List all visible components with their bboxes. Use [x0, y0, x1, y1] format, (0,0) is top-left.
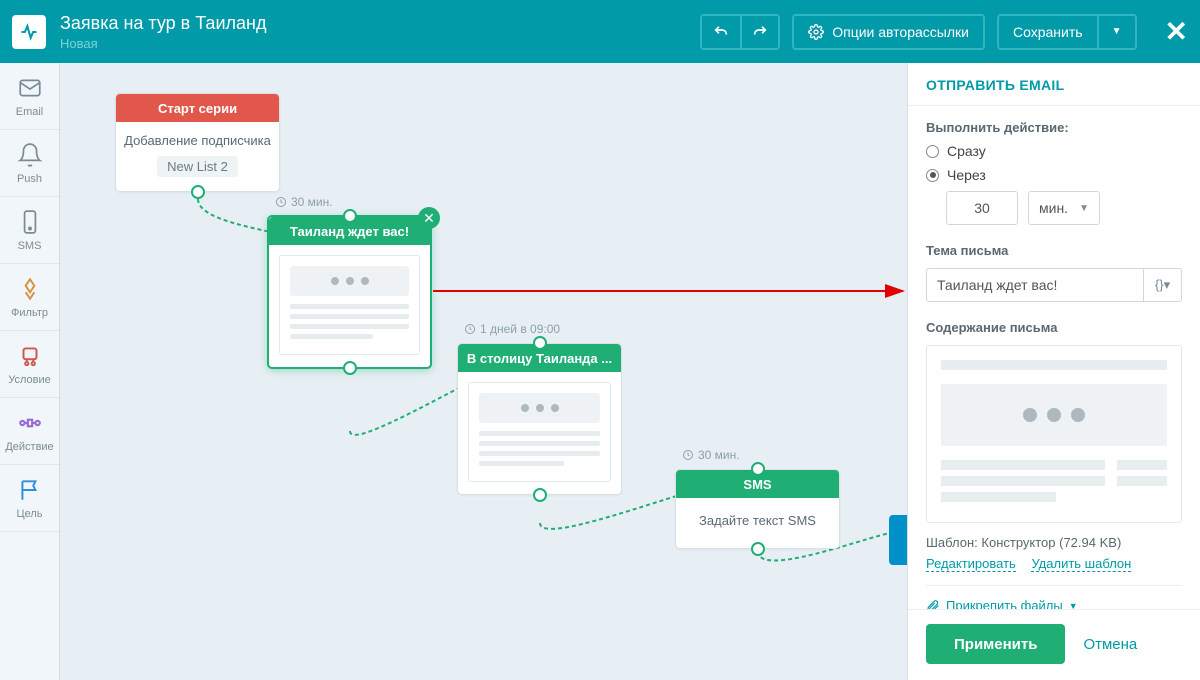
delay-value-input[interactable]	[946, 191, 1018, 225]
options-label: Опции авторассылки	[832, 24, 969, 40]
undo-button[interactable]	[700, 14, 740, 50]
undo-icon	[713, 24, 729, 40]
chevron-down-icon: ▼	[1079, 203, 1089, 214]
delay-tag: 1 дней в 09:00	[464, 322, 560, 336]
email-preview[interactable]	[926, 345, 1182, 523]
close-button[interactable]: ✕	[1165, 15, 1188, 48]
sidebar-item-goal[interactable]: Цель	[0, 465, 59, 532]
redo-button[interactable]	[740, 14, 780, 50]
clock-icon	[464, 323, 476, 335]
clock-icon	[682, 449, 694, 461]
gear-icon	[808, 24, 824, 40]
app-header: Заявка на тур в Таиланд Новая Опции авто…	[0, 0, 1200, 63]
node-header: Старт серии	[116, 94, 279, 122]
mail-icon	[17, 75, 43, 101]
port-out[interactable]	[533, 488, 547, 502]
chevron-down-icon: ▼	[1069, 601, 1078, 610]
filter-icon	[17, 276, 43, 302]
node-email-1[interactable]: 30 мин. ✕ Таиланд ждет вас!	[267, 215, 432, 369]
action-icon	[17, 410, 43, 436]
template-info: Шаблон: Конструктор (72.94 KB)	[926, 535, 1182, 550]
radio-icon	[926, 169, 939, 182]
options-button[interactable]: Опции авторассылки	[792, 14, 985, 50]
sidebar-item-filter[interactable]: Фильтр	[0, 264, 59, 331]
chevron-down-icon: ▼	[1112, 26, 1122, 37]
tool-sidebar: Email Push SMS Фильтр Условие Действие Ц…	[0, 63, 60, 680]
phone-icon	[17, 209, 43, 235]
node-email-2[interactable]: 1 дней в 09:00 В столицу Таиланда ...	[457, 343, 622, 495]
flow-canvas[interactable]: Старт серии Добавление подписчика New Li…	[60, 63, 907, 680]
condition-icon	[17, 343, 43, 369]
app-logo	[12, 15, 46, 49]
attach-files-button[interactable]: Прикрепить файлы ▼	[926, 585, 1182, 609]
node-text: Добавление подписчика	[124, 132, 271, 150]
action-label: Выполнить действие:	[926, 120, 1182, 135]
delay-unit-select[interactable]: мин.▼	[1028, 191, 1100, 225]
sidebar-item-email[interactable]: Email	[0, 63, 59, 130]
port-in[interactable]	[343, 209, 357, 223]
subject-label: Тема письма	[926, 243, 1182, 258]
paperclip-icon	[926, 599, 940, 610]
sidebar-item-action[interactable]: Действие	[0, 398, 59, 465]
clock-icon	[275, 196, 287, 208]
node-text: Задайте текст SMS	[686, 512, 829, 530]
subject-input[interactable]	[926, 268, 1144, 302]
port-out[interactable]	[191, 185, 205, 199]
partial-node[interactable]	[889, 515, 907, 565]
sidebar-item-condition[interactable]: Условие	[0, 331, 59, 398]
redo-icon	[752, 24, 768, 40]
panel-title: ОТПРАВИТЬ EMAIL	[908, 63, 1200, 106]
delete-node-button[interactable]: ✕	[418, 207, 440, 229]
port-in[interactable]	[533, 336, 547, 350]
port-in[interactable]	[751, 462, 765, 476]
delete-template-link[interactable]: Удалить шаблон	[1031, 556, 1131, 572]
delay-tag: 30 мин.	[275, 195, 333, 209]
port-out[interactable]	[751, 542, 765, 556]
cancel-button[interactable]: Отмена	[1083, 636, 1137, 653]
radio-icon	[926, 145, 939, 158]
page-title: Заявка на тур в Таиланд	[60, 13, 700, 34]
properties-panel: ОТПРАВИТЬ EMAIL Выполнить действие: Сраз…	[907, 63, 1200, 680]
apply-button[interactable]: Применить	[926, 624, 1065, 664]
header-titles: Заявка на тур в Таиланд Новая	[60, 13, 700, 51]
node-start[interactable]: Старт серии Добавление подписчика New Li…	[115, 93, 280, 192]
sidebar-item-push[interactable]: Push	[0, 130, 59, 197]
arrow-annotation	[433, 281, 907, 301]
save-button[interactable]: Сохранить	[997, 14, 1097, 50]
save-dropdown-button[interactable]: ▼	[1097, 14, 1137, 50]
insert-variable-button[interactable]: {}▾	[1144, 268, 1182, 302]
bell-icon	[17, 142, 43, 168]
content-label: Содержание письма	[926, 320, 1182, 335]
delay-tag: 30 мин.	[682, 448, 740, 462]
edit-template-link[interactable]: Редактировать	[926, 556, 1016, 572]
radio-after[interactable]: Через	[926, 167, 1182, 183]
port-out[interactable]	[343, 361, 357, 375]
sidebar-item-sms[interactable]: SMS	[0, 197, 59, 264]
flag-icon	[17, 477, 43, 503]
radio-now[interactable]: Сразу	[926, 143, 1182, 159]
node-sms[interactable]: 30 мин. SMS Задайте текст SMS	[675, 469, 840, 549]
page-subtitle: Новая	[60, 36, 700, 51]
node-list-pill: New List 2	[157, 156, 238, 177]
